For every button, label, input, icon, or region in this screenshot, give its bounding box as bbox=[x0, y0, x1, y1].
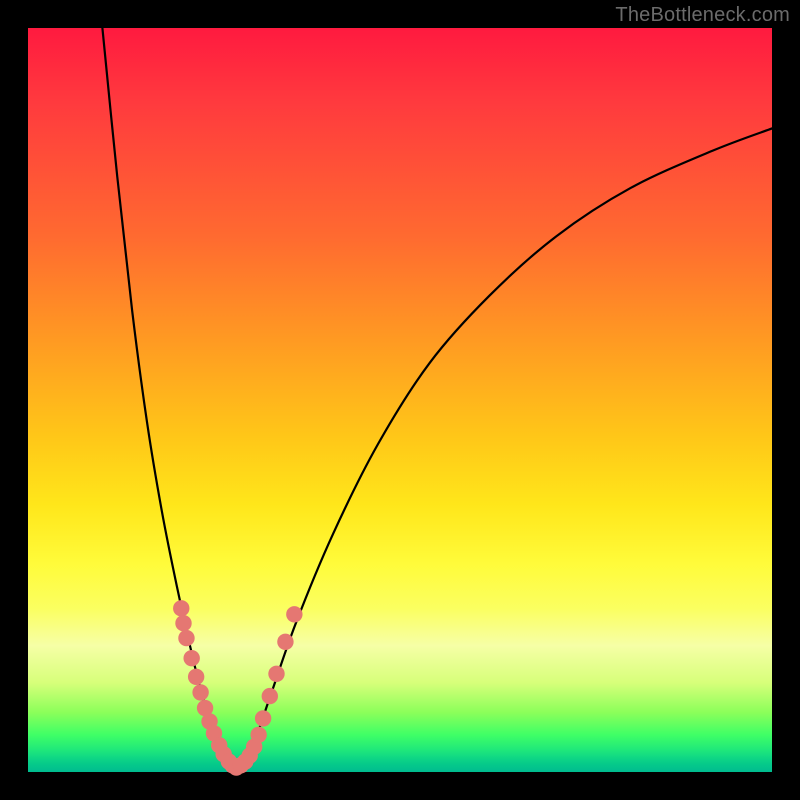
chart-frame: TheBottleneck.com bbox=[0, 0, 800, 800]
highlight-dot bbox=[188, 669, 204, 685]
watermark-text: TheBottleneck.com bbox=[615, 4, 790, 27]
curve-right-branch bbox=[236, 128, 772, 768]
highlight-dot bbox=[286, 606, 302, 622]
highlight-dot bbox=[262, 688, 278, 704]
bottleneck-curve bbox=[28, 28, 772, 772]
highlight-dot bbox=[175, 615, 191, 631]
curve-left-branch bbox=[102, 28, 236, 768]
highlight-dot bbox=[250, 727, 266, 743]
highlight-dot bbox=[173, 600, 189, 616]
highlight-dot bbox=[268, 666, 284, 682]
highlight-dot bbox=[183, 650, 199, 666]
highlight-dot bbox=[178, 630, 194, 646]
highlight-dot bbox=[277, 634, 293, 650]
highlight-dot bbox=[192, 684, 208, 700]
highlight-dot bbox=[255, 710, 271, 726]
